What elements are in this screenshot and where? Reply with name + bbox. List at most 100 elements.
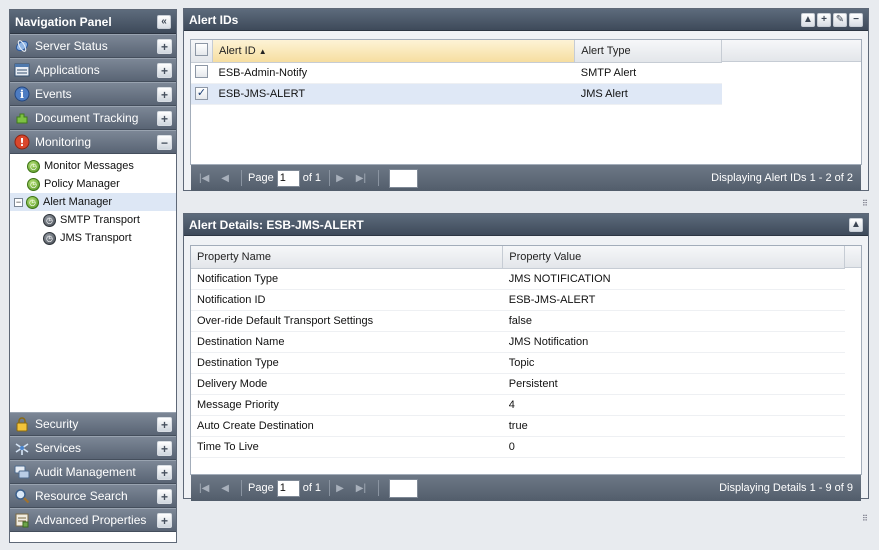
table-row[interactable]: Message Priority 4 <box>191 394 845 416</box>
applications-icon <box>14 62 30 78</box>
table-row[interactable]: Notification Type JMS NOTIFICATION <box>191 268 845 290</box>
last-page-icon[interactable]: ▶| <box>356 483 366 494</box>
nav-section-monitoring[interactable]: ! Monitoring − <box>10 130 176 154</box>
column-alert-type[interactable]: Alert Type <box>574 40 722 63</box>
tree-item-policy-manager[interactable]: ◷ Policy Manager <box>10 175 176 193</box>
column-property-name[interactable]: Property Name <box>191 246 504 269</box>
monitoring-icon: ! <box>14 134 30 150</box>
property-value-cell: false <box>502 310 845 332</box>
navigation-panel-title: Navigation Panel <box>15 14 112 29</box>
pager-separator <box>378 480 380 496</box>
grid-header-filler <box>722 40 861 62</box>
events-icon: i <box>14 86 30 102</box>
collapse-panel-icon[interactable]: « <box>157 14 171 29</box>
svg-text:!: ! <box>19 136 24 149</box>
security-lock-icon <box>14 416 30 432</box>
table-row[interactable]: Destination Type Topic <box>191 352 845 374</box>
collapse-up-icon[interactable]: ▲ <box>849 217 863 232</box>
select-all-checkbox[interactable] <box>195 42 208 56</box>
alert-ids-pager: |◀ ◀ Page of 1 ▶ ▶| Displaying Alert IDs… <box>191 165 861 191</box>
row-checkbox[interactable] <box>195 64 208 78</box>
minimize-icon[interactable]: − <box>849 12 863 27</box>
expand-icon[interactable]: + <box>157 63 172 78</box>
property-value-cell: 0 <box>502 436 845 458</box>
page-count-label: of 1 <box>302 172 322 184</box>
property-value-cell: JMS Notification <box>502 331 845 353</box>
nav-section-services[interactable]: Services + <box>10 436 176 460</box>
resize-grip-icon[interactable]: ⠿ <box>862 199 868 208</box>
expand-icon[interactable]: + <box>157 465 172 480</box>
last-page-icon[interactable]: ▶| <box>356 173 366 184</box>
expand-icon[interactable]: + <box>157 441 172 456</box>
nav-section-label: Audit Management <box>35 465 136 479</box>
next-page-icon[interactable]: ▶ <box>336 483 344 494</box>
table-row[interactable]: ✓ ESB-JMS-ALERT JMS Alert <box>191 83 722 105</box>
property-value-cell: JMS NOTIFICATION <box>502 268 845 290</box>
add-icon[interactable]: + <box>817 12 831 27</box>
tree-collapse-icon[interactable]: − <box>14 197 23 207</box>
nav-section-document-tracking[interactable]: Document Tracking + <box>10 106 176 130</box>
clock-icon: ◷ <box>27 159 40 173</box>
tree-item-alert-manager[interactable]: − ◷ Alert Manager <box>10 193 176 211</box>
collapse-up-icon[interactable]: ▲ <box>801 12 815 27</box>
tree-item-smtp-transport[interactable]: ◷ SMTP Transport <box>10 211 176 229</box>
nav-section-advanced-properties[interactable]: Advanced Properties + <box>10 508 176 532</box>
first-page-icon[interactable]: |◀ <box>199 483 209 494</box>
pager-separator <box>329 170 331 186</box>
tree-item-monitor-messages[interactable]: ◷ Monitor Messages <box>10 157 176 175</box>
expand-icon[interactable]: + <box>157 87 172 102</box>
row-checkbox-checked[interactable]: ✓ <box>195 87 208 100</box>
nav-section-label: Document Tracking <box>35 111 139 125</box>
clock-icon: ◷ <box>43 213 56 227</box>
prev-page-icon[interactable]: ◀ <box>221 173 229 184</box>
alert-details-header: Alert Details: ESB-JMS-ALERT ▲ <box>184 214 868 236</box>
table-row[interactable]: Time To Live 0 <box>191 436 845 458</box>
resource-search-icon <box>14 488 30 504</box>
nav-section-events[interactable]: i Events + <box>10 82 176 106</box>
collapse-icon[interactable]: − <box>157 135 172 150</box>
table-row[interactable]: Notification ID ESB-JMS-ALERT <box>191 289 845 311</box>
tree-item-label: SMTP Transport <box>60 214 140 226</box>
next-page-icon[interactable]: ▶ <box>336 173 344 184</box>
property-name-cell: Notification ID <box>191 289 503 311</box>
tree-item-jms-transport[interactable]: ◷ JMS Transport <box>10 229 176 247</box>
table-row[interactable]: Auto Create Destination true <box>191 415 845 437</box>
nav-section-security[interactable]: Security + <box>10 412 176 436</box>
page-number-input[interactable] <box>276 479 300 497</box>
nav-section-resource-search[interactable]: Resource Search + <box>10 484 176 508</box>
expand-icon[interactable]: + <box>157 39 172 54</box>
page-number-input[interactable] <box>276 169 300 187</box>
column-label: Alert Type <box>581 44 631 57</box>
expand-icon[interactable]: + <box>157 111 172 126</box>
expand-icon[interactable]: + <box>157 489 172 504</box>
column-alert-id[interactable]: Alert ID ▲ <box>212 40 576 63</box>
clock-icon: ◷ <box>26 195 39 209</box>
table-row[interactable]: Destination Name JMS Notification <box>191 331 845 353</box>
table-row[interactable]: Over-ride Default Transport Settings fals… <box>191 310 845 332</box>
page-count-label: of 1 <box>302 482 322 494</box>
table-row[interactable]: Delivery Mode Persistent <box>191 373 845 395</box>
nav-section-applications[interactable]: Applications + <box>10 58 176 82</box>
alert-ids-grid: Alert ID ▲ Alert Type ESB-Admin-Notify S… <box>190 39 862 191</box>
first-page-icon[interactable]: |◀ <box>199 173 209 184</box>
property-value-cell: true <box>502 415 845 437</box>
table-row[interactable]: ESB-Admin-Notify SMTP Alert <box>191 62 722 84</box>
alert-id-cell: ESB-JMS-ALERT <box>212 83 575 105</box>
nav-section-label: Monitoring <box>35 135 92 149</box>
nav-section-server-status[interactable]: Server Status + <box>10 34 176 58</box>
page-size-field[interactable] <box>389 478 419 498</box>
expand-icon[interactable]: + <box>157 417 172 432</box>
document-tracking-icon <box>14 110 30 126</box>
column-property-value[interactable]: Property Value <box>502 246 845 269</box>
select-all-column[interactable] <box>191 40 213 63</box>
page-size-field[interactable] <box>389 168 419 188</box>
resize-grip-icon[interactable]: ⠿ <box>862 514 868 523</box>
monitoring-tree: ◷ Monitor Messages ◷ Policy Manager − ◷ … <box>10 154 176 412</box>
alert-details-grid: Property Name Property Value Notificatio… <box>190 245 862 501</box>
edit-pencil-icon[interactable]: ✎ <box>833 12 847 27</box>
prev-page-icon[interactable]: ◀ <box>221 483 229 494</box>
pager-separator <box>241 170 242 186</box>
nav-section-audit-management[interactable]: Audit Management + <box>10 460 176 484</box>
pager-separator <box>378 170 380 186</box>
expand-icon[interactable]: + <box>157 513 172 528</box>
